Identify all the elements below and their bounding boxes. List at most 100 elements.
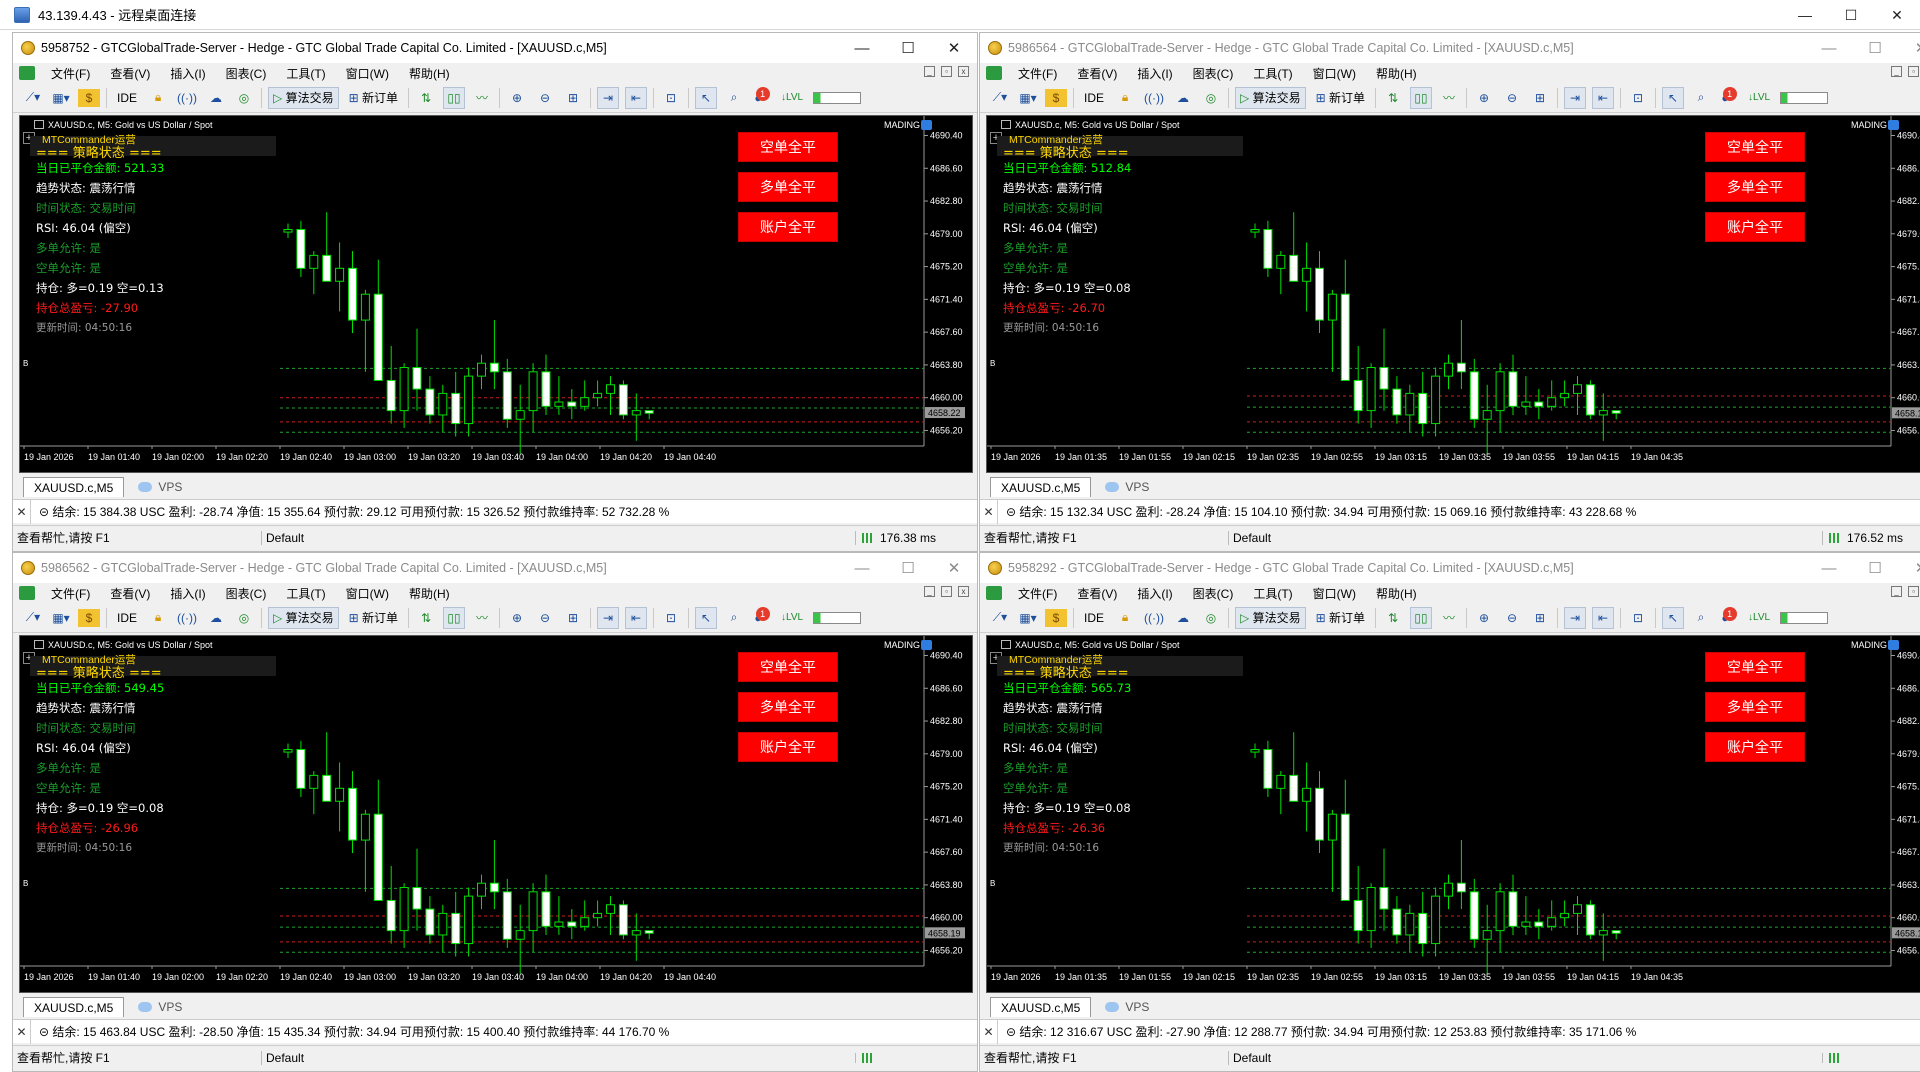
- cursor-icon[interactable]: ↖: [1662, 86, 1685, 109]
- line-chart-icon[interactable]: 〰: [1438, 87, 1460, 109]
- tab-xauusd-m5[interactable]: XAUUSD.c,M5: [23, 477, 125, 497]
- autoscroll-icon[interactable]: ⇥: [597, 86, 620, 109]
- minimize-button[interactable]: —: [839, 33, 885, 63]
- menu-item-3[interactable]: 图表(C): [1193, 587, 1234, 601]
- close-all-button[interactable]: 账户全平: [1705, 212, 1805, 242]
- menu-item-2[interactable]: 插入(I): [1137, 587, 1172, 601]
- lock-icon[interactable]: 🔒︎: [147, 607, 169, 629]
- zoom-out-icon[interactable]: ⊖: [534, 87, 556, 109]
- chart-minimize-icon[interactable]: _: [1891, 586, 1902, 597]
- globe-icon[interactable]: ◎: [1200, 87, 1222, 109]
- cursor-icon[interactable]: ↖: [695, 86, 718, 109]
- grid-icon[interactable]: ⊞: [562, 607, 584, 629]
- ide-button[interactable]: IDE: [113, 87, 141, 109]
- menu-item-0[interactable]: 文件(F): [51, 67, 90, 81]
- chart-restore-icon[interactable]: ▫: [941, 66, 952, 77]
- zoom-in-icon[interactable]: ⊕: [506, 607, 528, 629]
- chart-restore-icon[interactable]: ▫: [1908, 66, 1919, 77]
- grid-icon[interactable]: ⊞: [562, 87, 584, 109]
- chart-shift-icon[interactable]: ⇤: [625, 86, 648, 109]
- new-order-button[interactable]: ⊞ 新订单: [1312, 87, 1369, 109]
- cursor-icon[interactable]: ↖: [695, 606, 718, 629]
- zoom-out-icon[interactable]: ⊖: [1501, 607, 1523, 629]
- grid-icon[interactable]: ⊞: [1529, 87, 1551, 109]
- bar-chart-icon[interactable]: ⇅: [415, 607, 437, 629]
- ide-button[interactable]: IDE: [1080, 607, 1108, 629]
- search-icon[interactable]: ⌕: [1690, 607, 1712, 629]
- chart-type-icon[interactable]: ▦▾: [1017, 87, 1039, 109]
- candles-icon[interactable]: ▯▯: [443, 606, 466, 629]
- search-icon[interactable]: ⌕: [723, 87, 745, 109]
- minimize-button[interactable]: —: [1806, 33, 1852, 63]
- cloud-icon[interactable]: ☁: [205, 87, 227, 109]
- close-toolbox-icon[interactable]: ✕: [13, 499, 31, 524]
- new-order-button[interactable]: ⊞ 新订单: [345, 607, 402, 629]
- tab-vps[interactable]: VPS: [1095, 477, 1159, 497]
- menu-item-4[interactable]: 工具(T): [1253, 587, 1292, 601]
- close-long-button[interactable]: 多单全平: [738, 692, 838, 722]
- screenshot-icon[interactable]: ⊡: [660, 607, 682, 629]
- menu-item-1[interactable]: 查看(V): [110, 67, 150, 81]
- signal-icon[interactable]: ((·)): [175, 87, 199, 109]
- algo-trading-button[interactable]: ▷ 算法交易: [268, 606, 339, 629]
- notifications-icon[interactable]: ●1: [751, 606, 773, 629]
- autoscroll-icon[interactable]: ⇥: [1564, 606, 1587, 629]
- menu-item-3[interactable]: 图表(C): [226, 67, 267, 81]
- search-icon[interactable]: ⌕: [1690, 87, 1712, 109]
- algo-trading-button[interactable]: ▷ 算法交易: [1235, 86, 1306, 109]
- line-studies-icon[interactable]: ⟋▾: [22, 87, 44, 109]
- menu-item-4[interactable]: 工具(T): [1253, 67, 1292, 81]
- close-short-button[interactable]: 空单全平: [738, 652, 838, 682]
- menu-item-1[interactable]: 查看(V): [110, 587, 150, 601]
- menu-item-1[interactable]: 查看(V): [1077, 587, 1117, 601]
- chart-minimize-icon[interactable]: _: [924, 66, 935, 77]
- grid-icon[interactable]: ⊞: [1529, 607, 1551, 629]
- menu-item-2[interactable]: 插入(I): [1137, 67, 1172, 81]
- lock-icon[interactable]: 🔒︎: [1114, 607, 1136, 629]
- menu-item-0[interactable]: 文件(F): [51, 587, 90, 601]
- menu-item-5[interactable]: 窗口(W): [1313, 587, 1356, 601]
- zoom-out-icon[interactable]: ⊖: [534, 607, 556, 629]
- dollar-icon[interactable]: $: [1045, 88, 1067, 107]
- line-studies-icon[interactable]: ⟋▾: [989, 607, 1011, 629]
- chart-minimize-icon[interactable]: _: [1891, 66, 1902, 77]
- signal-icon[interactable]: ((·)): [1142, 87, 1166, 109]
- menu-item-2[interactable]: 插入(I): [170, 67, 205, 81]
- signal-icon[interactable]: ((·)): [175, 607, 199, 629]
- rdp-restore-button[interactable]: ☐: [1828, 0, 1874, 30]
- notifications-icon[interactable]: ●1: [1718, 86, 1740, 109]
- chart-restore-icon[interactable]: ▫: [1908, 586, 1919, 597]
- lvl-icon[interactable]: ↓LVL: [779, 87, 805, 109]
- bar-chart-icon[interactable]: ⇅: [415, 87, 437, 109]
- menu-item-0[interactable]: 文件(F): [1018, 67, 1057, 81]
- menu-item-0[interactable]: 文件(F): [1018, 587, 1057, 601]
- chart-type-icon[interactable]: ▦▾: [50, 607, 72, 629]
- cloud-icon[interactable]: ☁: [1172, 607, 1194, 629]
- notifications-icon[interactable]: ●1: [751, 86, 773, 109]
- chart-area[interactable]: 4690.40 4686.60 4682.80 4679.00 4675.20 4671.…: [19, 115, 973, 473]
- close-button[interactable]: ✕: [1898, 553, 1920, 583]
- chart-shift-icon[interactable]: ⇤: [625, 606, 648, 629]
- close-long-button[interactable]: 多单全平: [738, 172, 838, 202]
- chart-close-icon[interactable]: x: [958, 66, 969, 77]
- screenshot-icon[interactable]: ⊡: [660, 87, 682, 109]
- search-icon[interactable]: ⌕: [723, 607, 745, 629]
- zoom-out-icon[interactable]: ⊖: [1501, 87, 1523, 109]
- maximize-button[interactable]: ☐: [885, 33, 931, 63]
- close-long-button[interactable]: 多单全平: [1705, 172, 1805, 202]
- autoscroll-icon[interactable]: ⇥: [597, 606, 620, 629]
- close-short-button[interactable]: 空单全平: [1705, 652, 1805, 682]
- lvl-icon[interactable]: ↓LVL: [779, 607, 805, 629]
- new-order-button[interactable]: ⊞ 新订单: [345, 87, 402, 109]
- close-button[interactable]: ✕: [931, 33, 977, 63]
- candles-icon[interactable]: ▯▯: [1410, 86, 1433, 109]
- rdp-minimize-button[interactable]: —: [1782, 0, 1828, 30]
- dollar-icon[interactable]: $: [1045, 608, 1067, 627]
- algo-trading-button[interactable]: ▷ 算法交易: [268, 86, 339, 109]
- lock-icon[interactable]: 🔒︎: [147, 87, 169, 109]
- autoscroll-icon[interactable]: ⇥: [1564, 86, 1587, 109]
- signal-icon[interactable]: ((·)): [1142, 607, 1166, 629]
- dollar-icon[interactable]: $: [78, 608, 100, 627]
- tab-xauusd-m5[interactable]: XAUUSD.c,M5: [990, 997, 1092, 1017]
- algo-trading-button[interactable]: ▷ 算法交易: [1235, 606, 1306, 629]
